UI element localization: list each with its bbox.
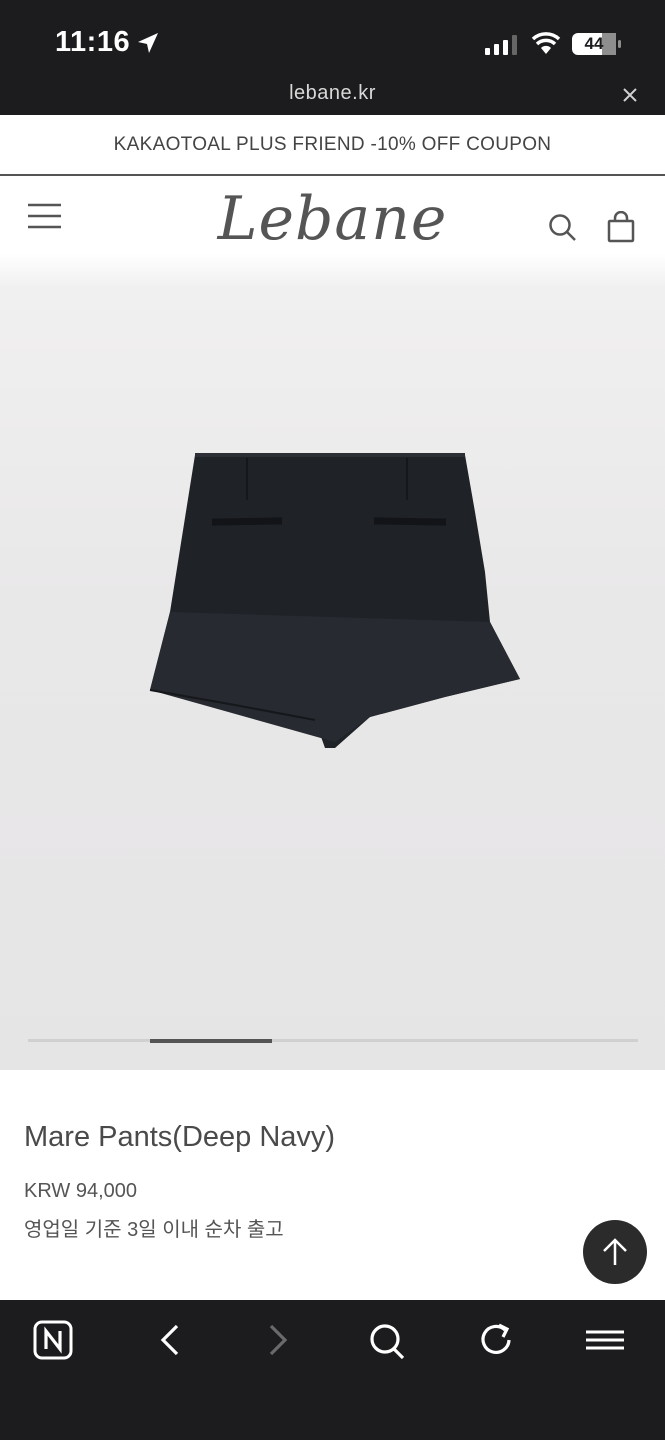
- search-icon: [370, 1324, 405, 1360]
- arrow-up-icon: [603, 1238, 627, 1265]
- image-slider-track[interactable]: [28, 1038, 638, 1043]
- naver-home-button[interactable]: [32, 1320, 88, 1362]
- shopping-bag-icon[interactable]: [607, 211, 635, 243]
- hamburger-menu-icon: [586, 1330, 624, 1350]
- scroll-to-top-button[interactable]: [583, 1220, 647, 1284]
- forward-button[interactable]: [251, 1320, 307, 1362]
- site-logo[interactable]: Lebane: [200, 184, 465, 254]
- promo-banner[interactable]: KAKAOTOAL PLUS FRIEND -10% OFF COUPON: [0, 115, 665, 176]
- browser-toolbar: [0, 1300, 665, 1440]
- product-image-carousel[interactable]: [0, 286, 665, 1070]
- reload-button[interactable]: [469, 1320, 525, 1362]
- product-price: KRW 94,000: [24, 1180, 138, 1202]
- cellular-signal-icon: [485, 35, 517, 55]
- close-icon[interactable]: [622, 87, 638, 103]
- chevron-right-icon: [269, 1324, 288, 1356]
- battery-percent: 44: [584, 34, 604, 53]
- shipping-note: 영업일 기준 3일 이내 순차 출고: [24, 1219, 284, 1241]
- toolbar-search-button[interactable]: [360, 1320, 416, 1362]
- chevron-left-icon: [160, 1324, 179, 1356]
- product-info: Mare Pants(Deep Navy) KRW 94,000 영업일 기준 …: [0, 1070, 665, 1300]
- browser-url-bar[interactable]: lebane.kr: [0, 82, 665, 115]
- image-slider-thumb[interactable]: [150, 1038, 272, 1043]
- naver-n-icon: [33, 1320, 73, 1360]
- back-button[interactable]: [141, 1320, 197, 1362]
- reload-icon: [481, 1323, 511, 1354]
- wifi-icon: [531, 32, 561, 54]
- hamburger-menu-icon[interactable]: [28, 203, 61, 229]
- site-header: Lebane: [0, 176, 665, 286]
- product-name: Mare Pants(Deep Navy): [24, 1121, 336, 1153]
- status-time: 11:16: [55, 26, 131, 58]
- promo-text[interactable]: KAKAOTOAL PLUS FRIEND -10% OFF COUPON: [0, 134, 665, 156]
- status-bar: 11:16 44: [0, 0, 665, 86]
- location-arrow-icon: [138, 33, 158, 53]
- product-photo-shorts: [149, 453, 520, 748]
- toolbar-menu-button[interactable]: [577, 1320, 633, 1362]
- url-text[interactable]: lebane.kr: [0, 82, 665, 105]
- search-icon[interactable]: [548, 213, 578, 243]
